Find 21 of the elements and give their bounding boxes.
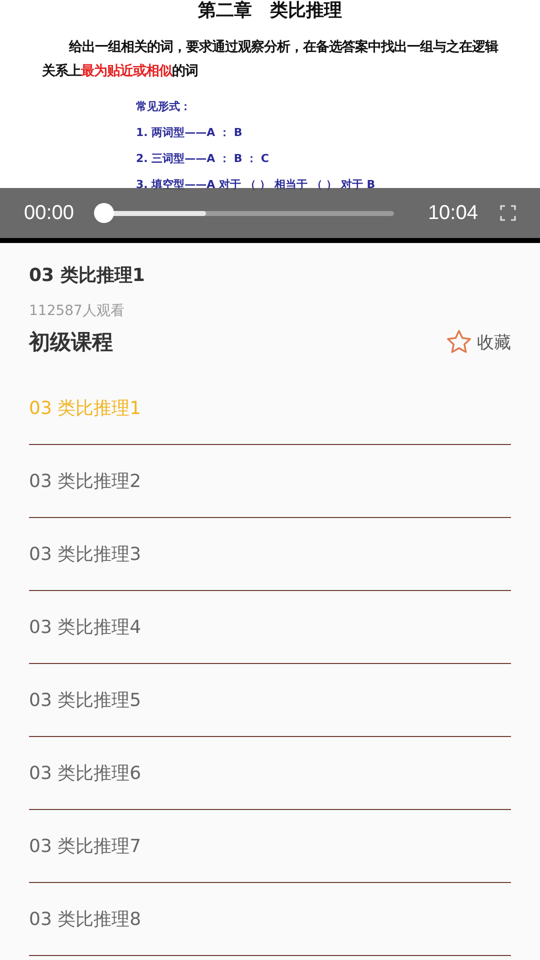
- slide-list-item: 1. 两词型——A ： B: [136, 125, 244, 141]
- slide-subheading: 常见形式：: [136, 99, 192, 115]
- lesson-title: 03 类比推理1: [29, 264, 146, 288]
- episode-item[interactable]: 03 类比推理6: [29, 737, 511, 810]
- slide-title: 第二章 类比推理: [197, 0, 343, 22]
- slide-list-item: 3. 填空型——A 对于 （ ） 相当于 （ ） 对于 B: [136, 177, 376, 193]
- episode-item[interactable]: 03 类比推理5: [29, 664, 511, 737]
- fullscreen-icon[interactable]: [500, 205, 516, 221]
- slide-text: 给出一组相关的词，要求通过观察分析，在备选答案中找出一组与之在逻辑关系上最为贴近或相似的词: [42, 38, 500, 81]
- episode-item[interactable]: 03 类比推理7: [29, 810, 511, 883]
- duration-time: 10:04: [428, 202, 478, 224]
- episode-item[interactable]: 03 类比推理2: [29, 445, 511, 518]
- elapsed-time: 00:00: [24, 202, 74, 224]
- episode-item[interactable]: 03 类比推理8: [29, 883, 511, 956]
- course-title: 初级课程: [29, 329, 113, 356]
- episode-item[interactable]: 03 类比推理3: [29, 518, 511, 591]
- seek-thumb[interactable]: [94, 203, 114, 223]
- slide-list-item: 2. 三词型——A ： B ： C: [136, 151, 270, 167]
- favorite-button[interactable]: 收藏: [445, 328, 511, 356]
- view-count: 112587人观看: [29, 302, 126, 321]
- episode-item[interactable]: 03 类比推理4: [29, 591, 511, 664]
